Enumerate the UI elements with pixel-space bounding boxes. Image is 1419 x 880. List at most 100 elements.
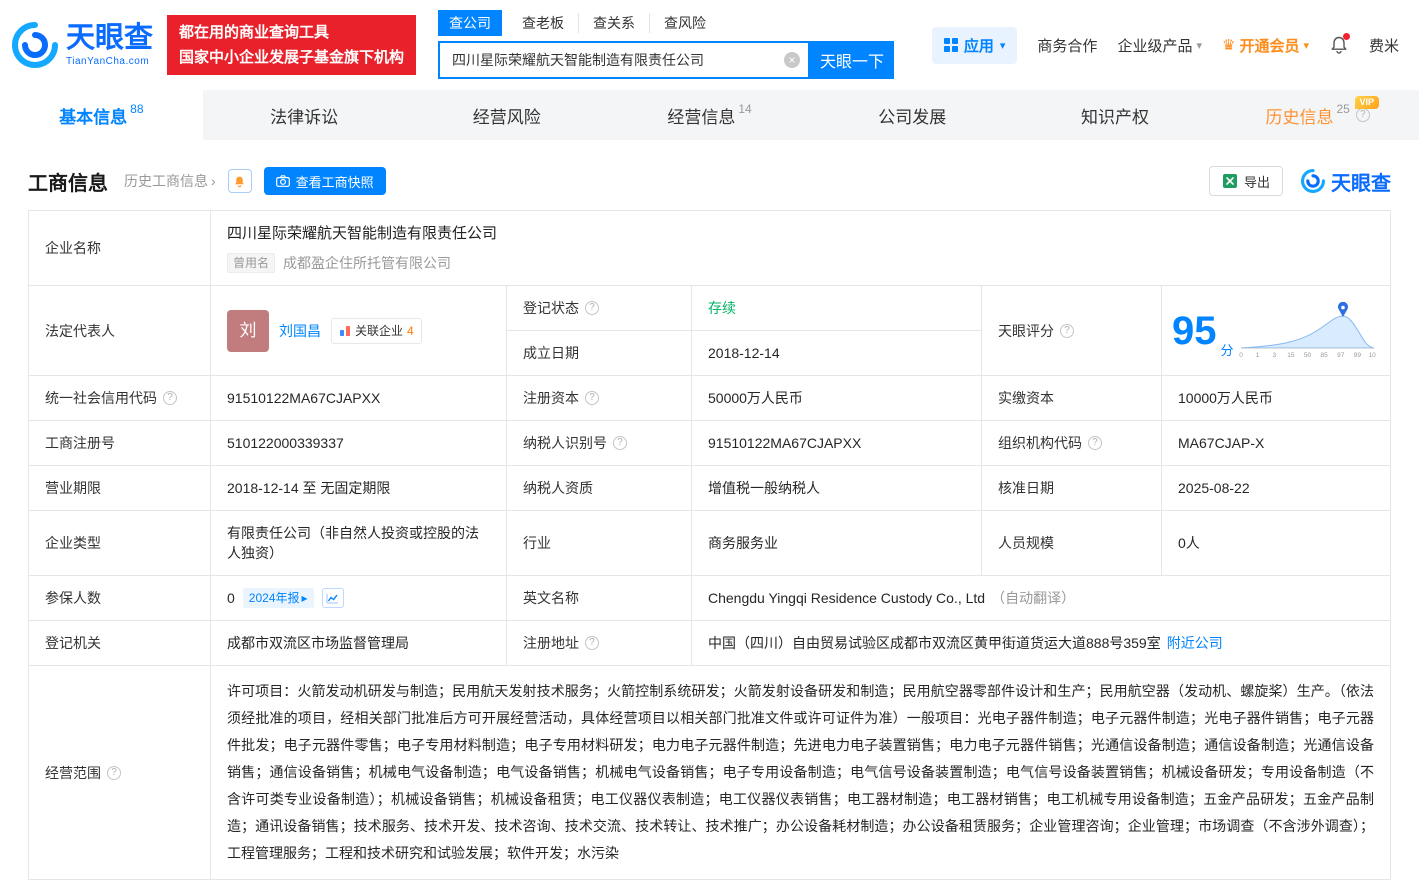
- value-registered-address: 中国（四川）自由贸易试验区成都市双流区黄甲街道货运大道888号359室 附近公司: [692, 621, 1391, 666]
- open-vip-menu[interactable]: ♛ 开通会员 ▾: [1222, 35, 1309, 56]
- value-org-code: MA67CJAP-X: [1162, 421, 1391, 466]
- label-registration-authority: 登记机关: [29, 621, 211, 666]
- former-name: 成都盈企住所托管有限公司: [283, 253, 451, 273]
- camera-icon: [276, 175, 290, 187]
- value-establish-date: 2018-12-14: [692, 331, 982, 376]
- header-right-menu: 应用 ▾ 商务合作 企业级产品 ▾ ♛ 开通会员 ▾ 费米: [932, 27, 1399, 64]
- label-registered-address: 注册地址 ?: [507, 621, 692, 666]
- score-pin-icon: [1338, 302, 1348, 317]
- clear-search-icon[interactable]: ×: [784, 52, 800, 68]
- section-title: 工商信息: [28, 167, 108, 196]
- score-unit: 分: [1221, 341, 1234, 361]
- company-name: 四川星际荣耀航天智能制造有限责任公司: [227, 223, 1374, 245]
- insured-trend-chart-button[interactable]: [322, 588, 344, 608]
- label-english-name: 英文名称: [507, 576, 692, 621]
- former-name-badge: 曾用名: [227, 253, 275, 273]
- help-icon[interactable]: ?: [585, 391, 599, 405]
- label-business-scope: 经营范围 ?: [29, 666, 211, 880]
- tianyancha-logo-icon: [12, 22, 58, 68]
- tianyancha-logo[interactable]: 天眼查 TianYanCha.com: [12, 22, 153, 68]
- monitor-bell-button[interactable]: [228, 169, 252, 193]
- svg-text:3: 3: [1272, 352, 1276, 359]
- tab-operation-risk[interactable]: 经营风险: [405, 90, 608, 140]
- label-company-name: 企业名称: [29, 211, 211, 286]
- search-button[interactable]: 天眼一下: [810, 41, 894, 79]
- label-taxpayer-qualification: 纳税人资质: [507, 466, 692, 511]
- help-icon[interactable]: ?: [1060, 324, 1074, 338]
- search-input[interactable]: [438, 41, 810, 79]
- label-approval-date: 核准日期: [982, 466, 1162, 511]
- company-nav-tabs: 基本信息 88 法律诉讼 经营风险 经营信息 14 公司发展 知识产权 VIP …: [0, 90, 1419, 140]
- export-button[interactable]: 导出: [1209, 166, 1283, 196]
- value-approval-date: 2025-08-22: [1162, 466, 1391, 511]
- help-icon[interactable]: ?: [1356, 108, 1370, 122]
- label-legal-representative: 法定代表人: [29, 286, 211, 376]
- label-registration-number: 工商注册号: [29, 421, 211, 466]
- tab-legal-proceedings[interactable]: 法律诉讼: [203, 90, 406, 140]
- value-business-term: 2018-12-14 至 无固定期限: [211, 466, 507, 511]
- help-icon[interactable]: ?: [163, 391, 177, 405]
- promo-banner: 都在用的商业查询工具 国家中小企业发展子基金旗下机构: [167, 15, 416, 75]
- notifications-bell[interactable]: [1329, 35, 1349, 55]
- business-info-section-header: 工商信息 历史工商信息 › 查看工商快照 导出: [0, 140, 1419, 210]
- nearby-companies-link[interactable]: 附近公司: [1167, 633, 1223, 653]
- caret-down-icon: ▾: [1196, 39, 1202, 52]
- help-icon[interactable]: ?: [585, 301, 599, 315]
- auto-translate-note: （自动翻译）: [991, 588, 1075, 608]
- label-registered-capital: 注册资本 ?: [507, 376, 692, 421]
- label-business-term: 营业期限: [29, 466, 211, 511]
- tianyancha-logo-icon: [1301, 169, 1325, 193]
- svg-text:100: 100: [1368, 352, 1375, 359]
- help-icon[interactable]: ?: [1088, 436, 1102, 450]
- enterprise-products-menu[interactable]: 企业级产品 ▾: [1117, 35, 1202, 56]
- label-company-type: 企业类型: [29, 511, 211, 576]
- bell-icon: [233, 175, 246, 188]
- value-tyc-score: 95 分 0 1 3 15 50 85 97 99 100: [1162, 286, 1391, 376]
- brand-name: 天眼查: [66, 24, 153, 53]
- value-registered-capital: 50000万人民币: [692, 376, 982, 421]
- tab-count: 88: [130, 102, 143, 116]
- related-companies-count: 4: [407, 321, 414, 341]
- legal-rep-avatar[interactable]: 刘: [227, 310, 269, 352]
- business-info-table: 企业名称 四川星际荣耀航天智能制造有限责任公司 曾用名 成都盈企住所托管有限公司…: [28, 210, 1391, 880]
- svg-text:0: 0: [1239, 352, 1243, 359]
- tab-company-development[interactable]: 公司发展: [811, 90, 1014, 140]
- apps-button[interactable]: 应用 ▾: [932, 27, 1018, 64]
- help-icon[interactable]: ?: [613, 436, 627, 450]
- tab-operation-info[interactable]: 经营信息 14: [608, 90, 811, 140]
- related-companies-icon: [339, 325, 351, 337]
- related-companies-badge[interactable]: 关联企业 4: [331, 318, 422, 344]
- view-business-snapshot-button[interactable]: 查看工商快照: [264, 167, 386, 195]
- value-company-name: 四川星际荣耀航天智能制造有限责任公司 曾用名 成都盈企住所托管有限公司: [211, 211, 1391, 286]
- history-business-info-link[interactable]: 历史工商信息 ›: [124, 171, 216, 191]
- search-tab-relation[interactable]: 查关系: [578, 13, 649, 33]
- search-type-tabs: 查公司 查老板 查关系 查风险: [438, 12, 894, 34]
- label-taxpayer-id: 纳税人识别号 ?: [507, 421, 692, 466]
- help-icon[interactable]: ?: [107, 766, 121, 780]
- tab-basic-info[interactable]: 基本信息 88: [0, 90, 203, 140]
- caret-down-icon: ▾: [1303, 39, 1309, 52]
- score-number: 95: [1172, 311, 1217, 351]
- tianyancha-watermark: 天眼查: [1301, 167, 1391, 196]
- user-menu[interactable]: 费米: [1369, 35, 1399, 56]
- label-tyc-score: 天眼评分 ?: [982, 286, 1162, 376]
- annual-report-badge[interactable]: 2024年报 ▸: [243, 588, 314, 608]
- tab-history-info[interactable]: VIP 历史信息 25 ?: [1216, 90, 1419, 140]
- tab-intellectual-property[interactable]: 知识产权: [1014, 90, 1217, 140]
- username: 费米: [1369, 35, 1399, 56]
- label-staff-size: 人员规模: [982, 511, 1162, 576]
- value-taxpayer-id: 91510122MA67CJAPXX: [692, 421, 982, 466]
- label-industry: 行业: [507, 511, 692, 576]
- search-tab-risk[interactable]: 查风险: [649, 13, 720, 33]
- svg-text:99: 99: [1353, 352, 1361, 359]
- label-registration-status: 登记状态 ?: [507, 286, 692, 331]
- play-arrow-icon: ▸: [302, 590, 308, 606]
- score-distribution-chart: 0 1 3 15 50 85 97 99 100: [1238, 302, 1376, 360]
- svg-text:1: 1: [1255, 352, 1259, 359]
- search-tab-company[interactable]: 查公司: [438, 10, 502, 36]
- help-icon[interactable]: ?: [585, 636, 599, 650]
- business-cooperation-link[interactable]: 商务合作: [1037, 35, 1097, 56]
- chevron-right-icon: ›: [211, 173, 216, 189]
- search-tab-boss[interactable]: 查老板: [508, 13, 578, 33]
- legal-rep-name-link[interactable]: 刘国昌: [279, 321, 321, 341]
